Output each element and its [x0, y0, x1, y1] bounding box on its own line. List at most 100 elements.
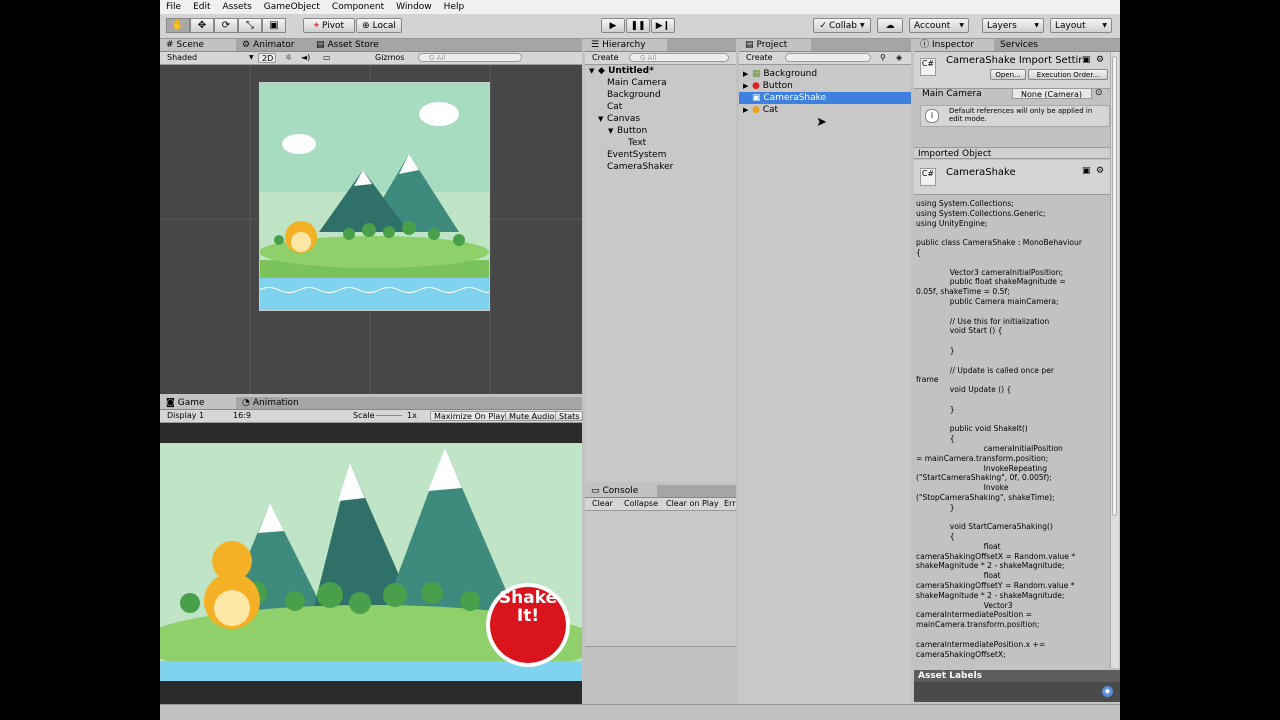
hierarchy-search-input[interactable]: G All [629, 53, 729, 62]
mode-2d-button[interactable]: 2D [258, 53, 276, 63]
tab-inspector[interactable]: ⓘ Inspector [914, 39, 994, 51]
tab-hierarchy[interactable]: ☰ Hierarchy [585, 39, 667, 51]
list-item[interactable]: ▶ ● Button [743, 80, 793, 92]
tag-icon[interactable]: ◈ [893, 53, 905, 63]
help-icon[interactable]: ▣ [1082, 166, 1091, 176]
help-icon[interactable]: ▣ [1082, 55, 1091, 65]
hand-icon[interactable]: ✋ [166, 18, 190, 33]
label-tag-icon[interactable]: ◆ [1102, 686, 1113, 697]
tab-services[interactable]: Services [994, 39, 1044, 51]
audio-icon[interactable]: ◄) [298, 53, 313, 63]
expand-icon[interactable]: ▼ [598, 113, 607, 125]
main-camera-field[interactable]: None (Camera) [1012, 88, 1092, 99]
image-effects-icon[interactable]: ▭ [320, 53, 334, 63]
console-clear-on-play-button[interactable]: Clear on Play [663, 499, 722, 509]
tab-animation[interactable]: ◔ Animation [236, 397, 305, 409]
mute-audio-toggle[interactable]: Mute Audio [505, 411, 559, 421]
scrollbar-thumb[interactable] [1112, 56, 1117, 516]
inspector-scrollbar[interactable] [1110, 52, 1119, 668]
pivot-button[interactable]: ⌖ Pivot [303, 18, 355, 33]
tab-animator[interactable]: ⚙ Animator [236, 39, 300, 51]
list-item-selected[interactable]: ▣ CameraShake [739, 92, 911, 104]
local-label: Local [372, 20, 396, 31]
tab-project[interactable]: ▤ Project [739, 39, 811, 51]
expand-icon[interactable]: ▶ [743, 104, 752, 116]
list-item[interactable]: Background [607, 89, 661, 101]
shading-dropdown[interactable]: Shaded [164, 53, 200, 63]
menu-assets[interactable]: Assets [217, 2, 258, 12]
scene-root[interactable]: ▼ ◆ Untitled* [589, 65, 654, 77]
pause-button[interactable]: ❚❚ [626, 18, 650, 33]
menu-component[interactable]: Component [326, 2, 390, 12]
list-item[interactable]: ▼ Button [608, 125, 647, 137]
console-collapse-button[interactable]: Collapse [621, 499, 661, 509]
hierarchy-icon: ☰ [591, 40, 600, 50]
menu-gameobject[interactable]: GameObject [258, 2, 326, 12]
menu-window[interactable]: Window [390, 2, 438, 12]
hierarchy-panel: ☰ Hierarchy Create G All ▼ ◆ Untitled* Mai… [585, 39, 736, 482]
collab-button[interactable]: ✓ Collab ▼ [813, 18, 871, 33]
list-item[interactable]: EventSystem [607, 149, 666, 161]
menu-edit[interactable]: Edit [187, 2, 216, 12]
shake-it-button[interactable]: Shake It! [496, 589, 560, 625]
list-item[interactable]: Cat [607, 101, 622, 113]
chevron-down-icon: ▼ [1034, 22, 1039, 29]
step-button[interactable]: ▶❙ [651, 18, 675, 33]
move-icon[interactable]: ✥ [190, 18, 214, 33]
expand-icon[interactable]: ▶ [743, 68, 752, 80]
list-item[interactable]: ▶ ▦ Background [743, 68, 817, 80]
list-item[interactable]: CameraShaker [607, 161, 673, 173]
stats-toggle[interactable]: Stats [555, 411, 584, 421]
display-dropdown[interactable]: Display 1 [164, 411, 207, 421]
light-icon[interactable]: ☼ [282, 53, 295, 63]
expand-icon[interactable]: ▶ [743, 80, 752, 92]
menu-file[interactable]: File [160, 2, 187, 12]
account-dropdown[interactable]: Account ▼ [909, 18, 969, 33]
filter-icon[interactable]: ⚲ [877, 53, 889, 63]
list-item-label: Cat [762, 105, 779, 115]
local-button[interactable]: ⊕ Local [356, 18, 402, 33]
project-icon: ▤ [745, 40, 754, 50]
scene-view[interactable] [160, 65, 582, 394]
hierarchy-tabbar: ☰ Hierarchy [585, 39, 736, 52]
gizmos-dropdown[interactable]: Gizmos [372, 53, 407, 63]
list-item[interactable]: ▼ Canvas [598, 113, 640, 125]
cloud-button[interactable]: ☁ [877, 18, 903, 33]
layers-label: Layers [987, 20, 1017, 31]
scale-icon[interactable]: ⤡ [238, 18, 262, 33]
tab-game[interactable]: ◙ Game [160, 397, 236, 409]
project-search-input[interactable] [785, 53, 871, 62]
local-icon: ⊕ [362, 20, 370, 31]
menu-bar: File Edit Assets GameObject Component Wi… [160, 0, 1120, 14]
gear-icon[interactable]: ⚙ [1096, 166, 1104, 176]
rect-icon[interactable]: ▣ [262, 18, 286, 33]
console-clear-button[interactable]: Clear [589, 499, 616, 509]
project-create-button[interactable]: Create [743, 53, 776, 63]
list-item[interactable]: Main Camera [607, 77, 667, 89]
menu-help[interactable]: Help [438, 2, 471, 12]
game-view[interactable]: Shake It! [160, 423, 582, 720]
layout-dropdown[interactable]: Layout ▼ [1050, 18, 1112, 33]
expand-icon[interactable]: ▼ [589, 65, 598, 77]
maximize-on-play-toggle[interactable]: Maximize On Play [430, 411, 510, 421]
open-button[interactable]: Open... [990, 69, 1026, 80]
gear-icon[interactable]: ⚙ [1096, 55, 1104, 65]
scale-slider[interactable] [376, 415, 402, 416]
list-item[interactable]: ▶ ● Cat [743, 104, 778, 116]
main-camera-label: Main Camera [922, 89, 982, 99]
aspect-dropdown[interactable]: 16:9 [230, 411, 254, 421]
rotate-icon[interactable]: ⟳ [214, 18, 238, 33]
execution-order-button[interactable]: Execution Order... [1028, 69, 1108, 80]
tab-asset-store[interactable]: ▤ Asset Store [310, 39, 385, 51]
hierarchy-create-button[interactable]: Create [589, 53, 622, 63]
expand-icon[interactable]: ▼ [608, 125, 617, 137]
tab-scene[interactable]: # Scene [160, 39, 236, 51]
object-picker-icon[interactable]: ⊙ [1095, 88, 1103, 98]
console-error-pause-button[interactable]: Err [721, 499, 739, 509]
tab-console[interactable]: ▭ Console [585, 485, 657, 497]
scene-tabbar: # Scene ⚙ Animator ▤ Asset Store [160, 39, 582, 52]
scene-search-input[interactable]: G All [418, 53, 522, 62]
list-item[interactable]: Text [628, 137, 646, 149]
layers-dropdown[interactable]: Layers ▼ [982, 18, 1044, 33]
play-button[interactable]: ▶ [601, 18, 625, 33]
